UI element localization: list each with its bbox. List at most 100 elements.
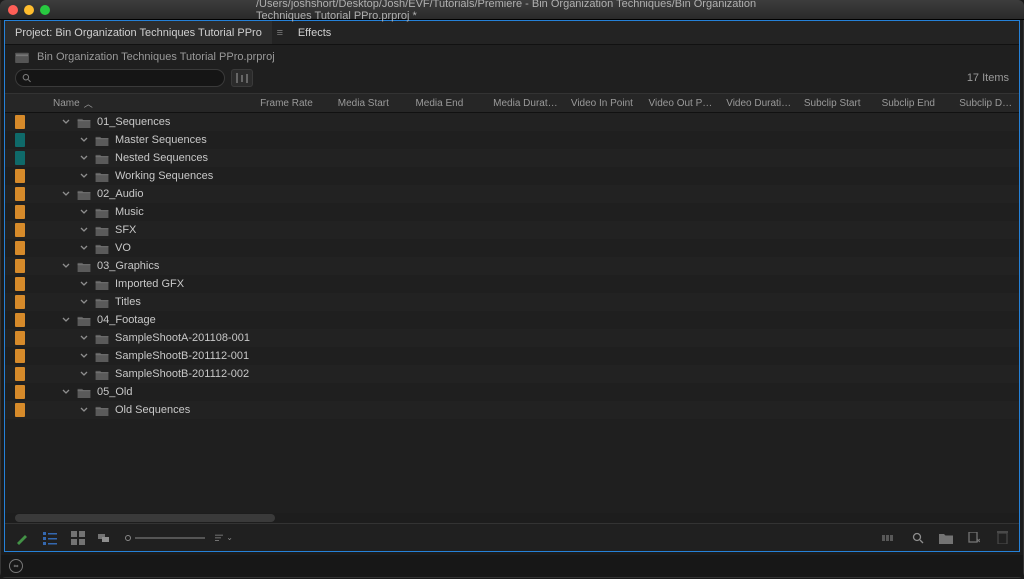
zoom-slider[interactable] xyxy=(125,535,205,541)
find-button[interactable] xyxy=(231,69,253,87)
tree-row[interactable]: SFX xyxy=(5,221,1019,239)
disclosure-chevron-icon[interactable] xyxy=(79,153,89,163)
new-bin-icon[interactable] xyxy=(937,529,955,547)
disclosure-chevron-icon[interactable] xyxy=(79,405,89,415)
horizontal-scrollbar[interactable] xyxy=(5,513,1019,523)
bin-name: Old Sequences xyxy=(115,404,190,416)
column-subclip-start[interactable]: Subclip Start xyxy=(798,98,876,109)
bin-icon xyxy=(95,225,109,236)
label-chip[interactable] xyxy=(15,241,25,255)
tree-row[interactable]: 02_Audio xyxy=(5,185,1019,203)
disclosure-chevron-icon[interactable] xyxy=(79,351,89,361)
search-input[interactable] xyxy=(35,72,218,84)
list-view-edit-icon[interactable] xyxy=(13,529,31,547)
project-tree[interactable]: 01_Sequences Master SequencesNested Seque… xyxy=(5,113,1019,513)
tree-row[interactable]: Master Sequences xyxy=(5,131,1019,149)
disclosure-chevron-icon[interactable] xyxy=(61,189,71,199)
tab-project[interactable]: Project: Bin Organization Techniques Tut… xyxy=(5,21,272,44)
bin-icon xyxy=(77,387,91,398)
column-video-duration[interactable]: Video Duration xyxy=(720,98,798,109)
tree-row[interactable]: SampleShootB-201112-001 xyxy=(5,347,1019,365)
window-minimize-button[interactable] xyxy=(24,5,34,15)
delete-icon[interactable] xyxy=(993,529,1011,547)
column-frame-rate[interactable]: Frame Rate xyxy=(254,98,332,109)
disclosure-chevron-icon[interactable] xyxy=(79,171,89,181)
label-chip[interactable] xyxy=(15,133,25,147)
zoom-out-icon[interactable] xyxy=(125,535,131,541)
column-video-out[interactable]: Video Out Point xyxy=(643,98,721,109)
column-subclip-end[interactable]: Subclip End xyxy=(876,98,954,109)
disclosure-chevron-icon[interactable] xyxy=(79,297,89,307)
project-header: Bin Organization Techniques Tutorial PPr… xyxy=(5,45,1019,67)
find-icon[interactable] xyxy=(909,529,927,547)
column-media-duration[interactable]: Media Duration xyxy=(487,98,565,109)
label-chip[interactable] xyxy=(15,187,25,201)
freeform-view-icon[interactable] xyxy=(97,529,115,547)
bin-name: 02_Audio xyxy=(97,188,144,200)
column-subclip-dura[interactable]: Subclip Dura xyxy=(953,98,1019,109)
window-titlebar: /Users/joshshort/Desktop/Josh/EVF/Tutori… xyxy=(0,0,1024,20)
search-input-wrap[interactable] xyxy=(15,69,225,87)
tree-row[interactable]: 04_Footage xyxy=(5,311,1019,329)
column-name[interactable]: Name ︿ xyxy=(5,97,254,110)
window-close-button[interactable] xyxy=(8,5,18,15)
disclosure-chevron-icon[interactable] xyxy=(79,333,89,343)
tree-row[interactable]: 01_Sequences xyxy=(5,113,1019,131)
bin-name: Titles xyxy=(115,296,141,308)
disclosure-chevron-icon[interactable] xyxy=(79,243,89,253)
disclosure-chevron-icon[interactable] xyxy=(61,315,71,325)
label-chip[interactable] xyxy=(15,115,25,129)
label-chip[interactable] xyxy=(15,223,25,237)
label-chip[interactable] xyxy=(15,367,25,381)
zoom-track[interactable] xyxy=(135,537,205,539)
column-media-end[interactable]: Media End xyxy=(409,98,487,109)
label-chip[interactable] xyxy=(15,259,25,273)
label-chip[interactable] xyxy=(15,205,25,219)
bin-name: SFX xyxy=(115,224,136,236)
disclosure-chevron-icon[interactable] xyxy=(79,207,89,217)
label-chip[interactable] xyxy=(15,169,25,183)
label-chip[interactable] xyxy=(15,349,25,363)
disclosure-chevron-icon[interactable] xyxy=(61,117,71,127)
tree-row[interactable]: VO xyxy=(5,239,1019,257)
tree-row[interactable]: Music xyxy=(5,203,1019,221)
disclosure-chevron-icon[interactable] xyxy=(79,279,89,289)
column-video-in[interactable]: Video In Point xyxy=(565,98,643,109)
list-view-icon[interactable] xyxy=(41,529,59,547)
label-chip[interactable] xyxy=(15,151,25,165)
search-row: 17 Items xyxy=(5,67,1019,93)
tab-effects[interactable]: Effects xyxy=(288,21,341,44)
tree-row[interactable]: 03_Graphics xyxy=(5,257,1019,275)
label-chip[interactable] xyxy=(15,313,25,327)
window-maximize-button[interactable] xyxy=(40,5,50,15)
label-chip[interactable] xyxy=(15,277,25,291)
disclosure-chevron-icon[interactable] xyxy=(79,225,89,235)
disclosure-chevron-icon[interactable] xyxy=(79,369,89,379)
bin-icon xyxy=(95,297,109,308)
new-item-icon[interactable] xyxy=(965,529,983,547)
label-chip[interactable] xyxy=(15,385,25,399)
tree-row[interactable]: 05_Old xyxy=(5,383,1019,401)
icon-view-icon[interactable] xyxy=(69,529,87,547)
disclosure-chevron-icon[interactable] xyxy=(79,135,89,145)
disclosure-chevron-icon[interactable] xyxy=(61,387,71,397)
tree-row[interactable]: Titles xyxy=(5,293,1019,311)
tree-row[interactable]: Working Sequences xyxy=(5,167,1019,185)
tree-row[interactable]: Old Sequences xyxy=(5,401,1019,419)
panel-menu-icon[interactable]: ≡ xyxy=(272,27,288,39)
label-chip[interactable] xyxy=(15,403,25,417)
scrollbar-thumb[interactable] xyxy=(15,514,275,522)
tree-row[interactable]: SampleShootA-201108-001 xyxy=(5,329,1019,347)
tree-row[interactable]: Imported GFX xyxy=(5,275,1019,293)
automate-to-sequence-icon[interactable] xyxy=(881,529,899,547)
tree-row[interactable]: Nested Sequences xyxy=(5,149,1019,167)
bin-name: 01_Sequences xyxy=(97,116,170,128)
label-chip[interactable] xyxy=(15,331,25,345)
label-chip[interactable] xyxy=(15,295,25,309)
disclosure-chevron-icon[interactable] xyxy=(61,261,71,271)
column-media-start[interactable]: Media Start xyxy=(332,98,410,109)
sort-menu-icon[interactable]: ⌄ xyxy=(215,529,233,547)
creative-cloud-icon[interactable]: ∞ xyxy=(9,559,23,573)
tree-row[interactable]: SampleShootB-201112-002 xyxy=(5,365,1019,383)
bin-icon xyxy=(77,117,91,128)
